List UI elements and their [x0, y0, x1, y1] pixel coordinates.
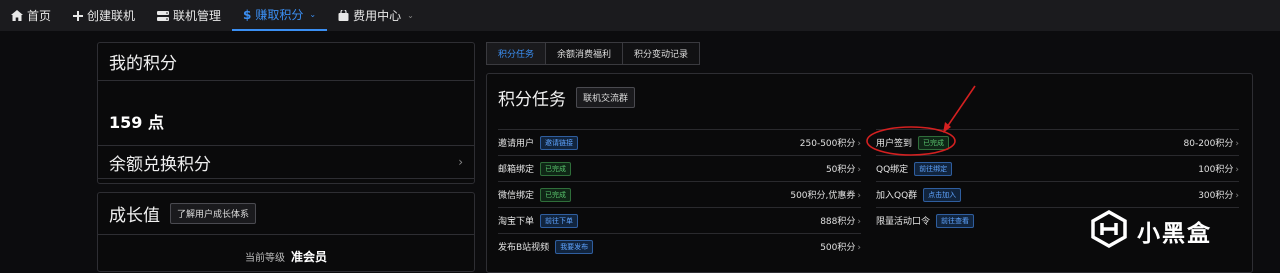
task-reward: 888积分 ›	[820, 217, 861, 227]
server-icon	[157, 10, 170, 21]
tab-balance-benefits[interactable]: 余额消费福利	[545, 42, 624, 65]
growth-title: 成长值	[109, 206, 160, 226]
chevron-right-icon: ›	[857, 165, 861, 175]
nav-home[interactable]: 首页	[0, 0, 62, 31]
task-name: 邀请用户	[498, 139, 535, 149]
task-row[interactable]: QQ绑定 前往绑定 100积分 ›	[876, 155, 1239, 181]
my-points-card: 我的积分 159 点 余额兑换积分 ›	[97, 42, 475, 184]
tasks-title: 积分任务	[498, 89, 566, 110]
nav-create-label: 创建联机	[87, 9, 136, 23]
my-points-header: 我的积分	[98, 43, 474, 81]
chevron-right-icon: ›	[1235, 165, 1239, 175]
nav-create[interactable]: 创建联机	[62, 0, 146, 31]
points-tabs: 积分任务 余额消费福利 积分变动记录	[486, 42, 701, 65]
my-points-title: 我的积分	[109, 54, 177, 74]
chevron-down-icon: ⌄	[309, 10, 317, 19]
task-name: 用户签到	[876, 139, 913, 149]
nav-billing[interactable]: 费用中心 ⌄	[327, 0, 425, 31]
heybox-logo-icon	[1089, 209, 1129, 251]
task-tag: 已完成	[540, 187, 572, 202]
task-name: 发布B站视频	[498, 243, 550, 253]
points-value: 159 点	[109, 113, 164, 132]
task-row[interactable]: 淘宝下单 前往下单 888积分 ›	[498, 207, 861, 233]
chevron-right-icon: ›	[857, 217, 861, 227]
task-name: 邮箱绑定	[498, 165, 535, 175]
task-row[interactable]: 发布B站视频 我要发布 500积分 ›	[498, 233, 861, 259]
task-reward: 300积分 ›	[1198, 191, 1239, 201]
task-row[interactable]: 微信绑定 已完成 500积分,优惠券 ›	[498, 181, 861, 207]
group-chat-button[interactable]: 联机交流群	[576, 86, 636, 108]
nav-home-label: 首页	[27, 9, 52, 23]
tasks-left-column: 邀请用户 邀请链接 250-500积分 › 邮箱绑定 已完成 50积分 › 微信绑定 已完…	[498, 129, 861, 259]
task-tag[interactable]: 我要发布	[555, 239, 594, 254]
task-row[interactable]: 加入QQ群 点击加入 300积分 ›	[876, 181, 1239, 207]
chevron-right-icon: ›	[458, 155, 463, 169]
growth-header: 成长值 了解用户成长体系	[98, 193, 474, 235]
task-tag[interactable]: 邀请链接	[540, 135, 579, 150]
exchange-points-row[interactable]: 余额兑换积分 ›	[98, 145, 474, 179]
chevron-down-icon: ⌄	[407, 11, 414, 20]
task-name: 限量活动口令	[876, 217, 931, 227]
chevron-right-icon: ›	[857, 139, 861, 149]
nav-earn-label: 赚取积分	[255, 8, 304, 22]
nav-manage[interactable]: 联机管理	[146, 0, 232, 31]
nav-manage-label: 联机管理	[173, 9, 222, 23]
watermark-text: 小黑盒	[1137, 220, 1212, 247]
growth-system-button[interactable]: 了解用户成长体系	[170, 203, 257, 224]
task-name: 微信绑定	[498, 191, 535, 201]
chevron-right-icon: ›	[1235, 191, 1239, 201]
nav-earn-points[interactable]: $ 赚取积分 ⌄	[232, 0, 328, 31]
chevron-right-icon: ›	[857, 191, 861, 201]
task-name: 加入QQ群	[876, 191, 918, 201]
task-reward: 500积分 ›	[820, 243, 861, 253]
task-row[interactable]: 邀请用户 邀请链接 250-500积分 ›	[498, 129, 861, 155]
chevron-right-icon: ›	[857, 243, 861, 253]
watermark: 小黑盒	[1089, 209, 1212, 251]
task-tag[interactable]: 前往绑定	[914, 161, 953, 176]
dollar-icon: $	[243, 7, 252, 22]
task-tag: 已完成	[918, 135, 950, 150]
plus-icon	[73, 10, 84, 21]
nav-billing-label: 费用中心	[353, 9, 402, 23]
task-name: QQ绑定	[876, 165, 909, 175]
level-value: 准会员	[290, 250, 327, 264]
chevron-right-icon: ›	[1235, 139, 1239, 149]
growth-card: 成长值 了解用户成长体系 当前等级 准会员	[97, 192, 475, 272]
task-row[interactable]: 邮箱绑定 已完成 50积分 ›	[498, 155, 861, 181]
task-reward: 500积分,优惠券 ›	[790, 191, 861, 201]
task-reward: 50积分 ›	[825, 165, 861, 175]
level-label: 当前等级	[244, 253, 285, 264]
tab-points-history[interactable]: 积分变动记录	[622, 42, 701, 65]
current-level: 当前等级 准会员	[98, 248, 474, 265]
task-row[interactable]: 用户签到 已完成 80-200积分 ›	[876, 129, 1239, 155]
task-tag[interactable]: 前往下单	[540, 213, 579, 228]
task-reward: 80-200积分 ›	[1183, 139, 1240, 149]
tab-point-tasks[interactable]: 积分任务	[486, 42, 547, 65]
task-reward: 250-500积分 ›	[799, 139, 861, 149]
home-icon	[11, 10, 23, 21]
task-tag[interactable]: 前往查看	[936, 213, 975, 228]
exchange-points-label: 余额兑换积分	[109, 154, 211, 175]
task-tag[interactable]: 点击加入	[923, 187, 962, 202]
task-tag: 已完成	[540, 161, 572, 176]
tasks-header: 积分任务 联机交流群	[487, 74, 1252, 120]
bag-icon	[338, 10, 349, 21]
task-name: 淘宝下单	[498, 217, 535, 227]
top-nav: 首页 创建联机 联机管理 $ 赚取积分 ⌄ 费用中心 ⌄	[0, 0, 1280, 31]
task-reward: 100积分 ›	[1198, 165, 1239, 175]
